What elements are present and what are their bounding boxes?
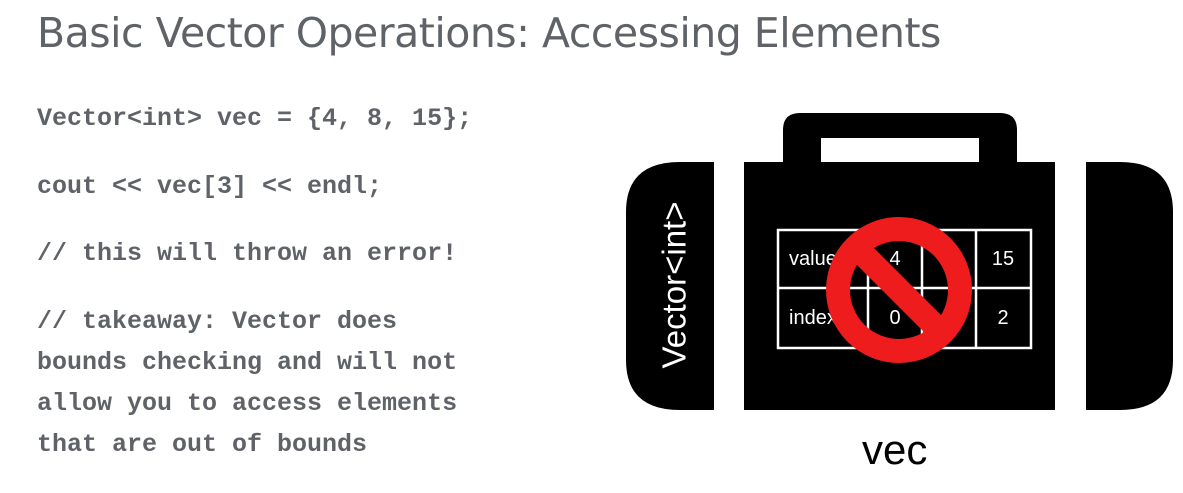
vector-bag-illustration: Vector<int> value 4 8 15 index 0 1 2: [626, 113, 1173, 410]
table-cell-index-2: 2: [997, 307, 1008, 329]
table-header-value: value: [789, 248, 837, 270]
vector-caption: vec: [862, 426, 928, 473]
table-cell-index-0: 0: [889, 307, 900, 329]
bag-right-cap: [1086, 162, 1173, 410]
table-cell-value-2: 15: [992, 248, 1014, 270]
bag-handle: [783, 113, 1017, 162]
vector-type-label: Vector<int>: [656, 202, 693, 369]
